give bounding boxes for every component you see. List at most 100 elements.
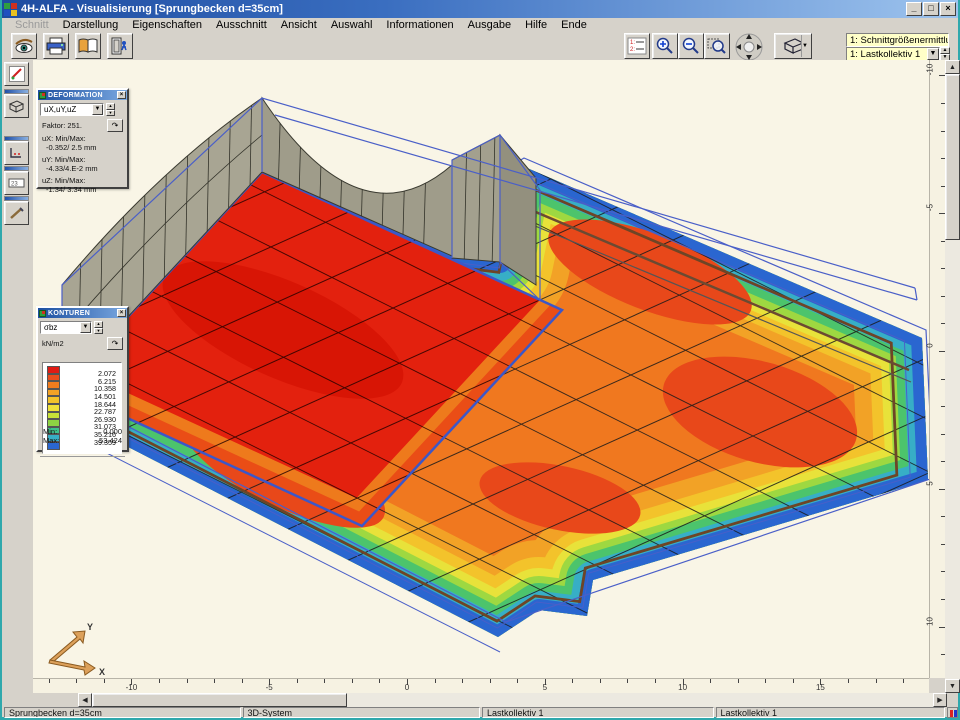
print-button[interactable] (43, 33, 69, 59)
horizontal-scrollbar[interactable]: ◀ ▶ (78, 693, 947, 707)
status-loadcase-2: Lastkollektiv 1 (716, 707, 946, 718)
zoom-in-icon (655, 37, 675, 55)
konturen-drop-icon[interactable]: ▼ (80, 322, 91, 333)
deformation-selector-combo[interactable]: uX,uY,uZ ▼ (40, 103, 104, 116)
edit-mode-button[interactable] (4, 62, 29, 86)
deformation-panel-titlebar[interactable]: DEFORMATION × (38, 90, 127, 100)
deformation-stat-label: uX: Min/Max: (42, 134, 123, 143)
deformation-stats: uX: Min/Max:-0.352/ 2.5 mmuY: Min/Max:-4… (42, 134, 123, 194)
konturen-selector-value: σbz (44, 323, 57, 332)
konturen-panel-titlebar[interactable]: KONTUREN × (38, 308, 127, 318)
view-options-button[interactable] (11, 33, 37, 59)
printer-icon (46, 37, 66, 55)
menu-schnitt: Schnitt (8, 19, 56, 31)
menu-informationen[interactable]: Informationen (379, 19, 460, 31)
legend-swatch (47, 419, 60, 427)
legend-swatch (47, 404, 60, 412)
deformation-selector-value: uX,uY,uZ (44, 105, 76, 114)
loadcase-spinner[interactable]: ▲ ▼ (940, 47, 950, 61)
hscroll-thumb[interactable] (92, 693, 347, 707)
deformation-spinner[interactable]: ▲▼ (106, 103, 115, 116)
manual-button[interactable] (75, 33, 101, 59)
scroll-down-icon[interactable]: ▼ (945, 679, 960, 693)
book-icon (78, 37, 98, 55)
konturen-scale-button[interactable]: ↷ (107, 337, 123, 350)
vruler-label: 10 (926, 611, 935, 631)
deformation-stat-value: -4.33/4.E-2 mm (42, 164, 123, 173)
menu-ende[interactable]: Ende (554, 19, 594, 31)
view-direction-drop[interactable]: ▼ (801, 35, 810, 57)
result-list-icon: 1: 2: (627, 37, 647, 55)
deformation-scale-button[interactable]: ↷ (107, 119, 123, 132)
legend-swatch (47, 396, 60, 404)
axis-icon (8, 146, 25, 160)
eye-icon (14, 37, 34, 55)
menu-eigenschaften[interactable]: Eigenschaften (125, 19, 209, 31)
axes-indicator: Y X (49, 622, 105, 677)
hruler-label: 10 (678, 683, 687, 692)
loadcase-drop-icon[interactable]: ▼ (927, 48, 939, 60)
panel-icon (39, 310, 46, 317)
deformation-drop-icon[interactable]: ▼ (92, 104, 103, 115)
menu-auswahl[interactable]: Auswahl (324, 19, 380, 31)
konturen-close-icon[interactable]: × (117, 309, 126, 317)
legend-swatch (47, 389, 60, 397)
konturen-panel: KONTUREN × σbz ▼ ▲▼ kN/m2 ↷ 2.0726.21510… (36, 306, 129, 452)
system-view-button[interactable] (4, 94, 29, 118)
svg-text:2:: 2: (630, 47, 635, 53)
scroll-right-icon[interactable]: ▶ (933, 693, 947, 707)
zoom-out-button[interactable] (678, 33, 704, 59)
pan-pad-icon (733, 32, 765, 62)
hruler-label: 0 (405, 683, 409, 692)
result-type-combo[interactable]: 1: Schnittgrößenermittlung ▼ (846, 33, 949, 47)
svg-text:Y: Y (87, 622, 93, 632)
max-label: Max: (43, 436, 59, 445)
legend-swatch (47, 366, 60, 374)
menu-ansicht[interactable]: Ansicht (274, 19, 324, 31)
maximize-button[interactable]: □ (923, 2, 939, 16)
svg-text:23: 23 (11, 182, 18, 188)
viewport-canvas[interactable]: Y X DEFORMATION × uX,uY,uZ ▼ ▲▼ Faktor: … (33, 60, 929, 678)
pencil-edit-icon (9, 66, 25, 82)
exit-button[interactable] (107, 33, 133, 59)
vertical-ruler: -10-50510 (929, 60, 945, 678)
annotate-button[interactable] (4, 201, 29, 225)
app-window: 4H-ALFA - Visualisierung [Sprungbecken d… (0, 0, 960, 720)
scroll-left-icon[interactable]: ◀ (78, 693, 92, 707)
zoom-window-button[interactable] (704, 33, 730, 59)
screw-pencil-icon (9, 206, 25, 220)
result-list-button[interactable]: 1: 2: (624, 33, 650, 59)
title-bar[interactable]: 4H-ALFA - Visualisierung [Sprungbecken d… (2, 0, 958, 18)
hruler-label: -10 (126, 683, 138, 692)
deformation-stat-value: -0.352/ 2.5 mm (42, 143, 123, 152)
spin-up-icon[interactable]: ▲ (940, 47, 950, 54)
hruler-label: 15 (816, 683, 825, 692)
axis-display-button[interactable] (4, 141, 29, 165)
scroll-up-icon[interactable]: ▲ (945, 60, 960, 74)
vertical-scrollbar[interactable]: ▲ ▼ (945, 60, 960, 693)
menu-ausschnitt[interactable]: Ausschnitt (209, 19, 274, 31)
menu-ausgabe[interactable]: Ausgabe (461, 19, 518, 31)
legend-swatch (47, 374, 60, 382)
menu-hilfe[interactable]: Hilfe (518, 19, 554, 31)
vscroll-thumb[interactable] (945, 74, 960, 240)
view-direction-button[interactable]: ▼ (774, 33, 812, 59)
konturen-selector-combo[interactable]: σbz ▼ (40, 321, 92, 334)
zoom-in-button[interactable] (652, 33, 678, 59)
min-value: 0.000 (103, 427, 122, 436)
minimize-button[interactable]: _ (906, 2, 922, 16)
close-button[interactable]: × (940, 2, 956, 16)
deformation-close-icon[interactable]: × (117, 91, 126, 99)
hruler-label: 5 (543, 683, 547, 692)
label-display-button[interactable]: 23 (4, 171, 29, 195)
max-value: 53.424 (99, 436, 122, 445)
vruler-label: -10 (926, 60, 935, 80)
label-icon: 23 (8, 177, 25, 189)
min-label: Min: (43, 427, 57, 436)
panel-icon (39, 92, 46, 99)
pan-control[interactable] (733, 32, 765, 62)
svg-text:X: X (99, 667, 105, 677)
konturen-spinner[interactable]: ▲▼ (94, 321, 103, 334)
vruler-label: 0 (926, 336, 935, 356)
menu-darstellung[interactable]: Darstellung (56, 19, 126, 31)
